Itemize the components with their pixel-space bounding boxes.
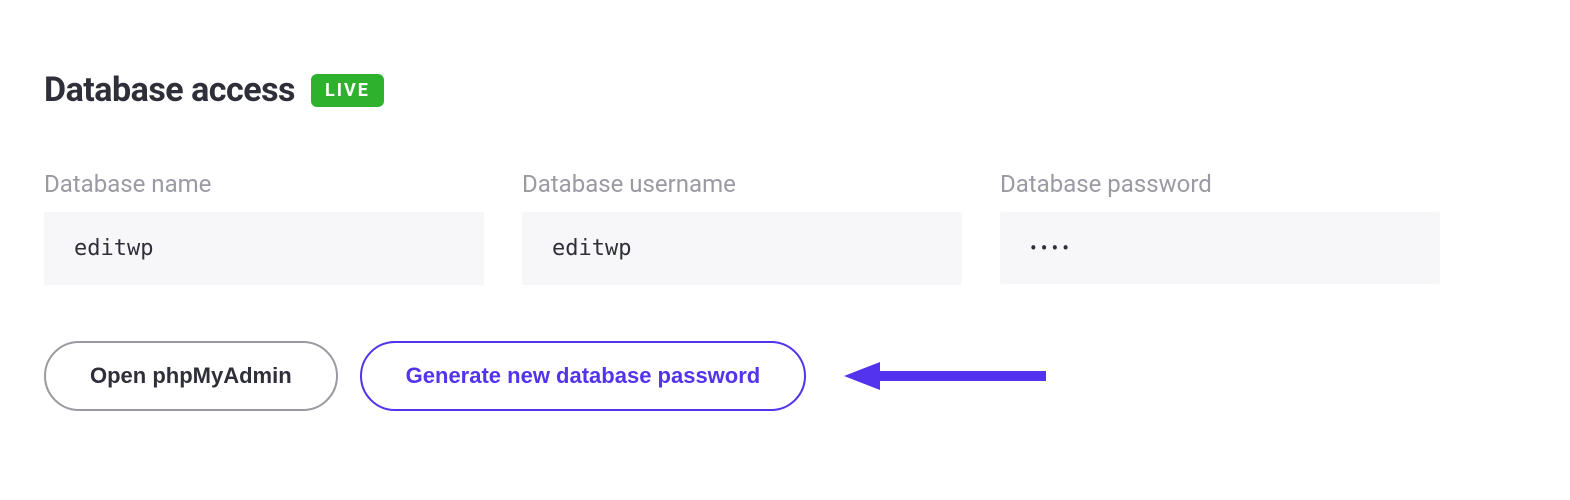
database-password-label: Database password [1000, 170, 1440, 198]
fields-row: Database name editwp Database username e… [44, 170, 1530, 285]
arrow-left-icon [836, 356, 1056, 396]
database-name-value[interactable]: editwp [44, 212, 484, 285]
section-header: Database access LIVE [44, 70, 1530, 110]
database-username-label: Database username [522, 170, 962, 198]
database-username-field: Database username editwp [522, 170, 962, 285]
database-password-value[interactable]: •••• [1000, 212, 1440, 284]
database-name-label: Database name [44, 170, 484, 198]
open-phpmyadmin-button[interactable]: Open phpMyAdmin [44, 341, 338, 411]
generate-password-button[interactable]: Generate new database password [360, 341, 807, 411]
actions-row: Open phpMyAdmin Generate new database pa… [44, 341, 1530, 411]
section-title: Database access [44, 70, 295, 110]
database-password-field: Database password •••• [1000, 170, 1440, 285]
database-username-value[interactable]: editwp [522, 212, 962, 285]
live-badge: LIVE [311, 74, 384, 107]
database-name-field: Database name editwp [44, 170, 484, 285]
